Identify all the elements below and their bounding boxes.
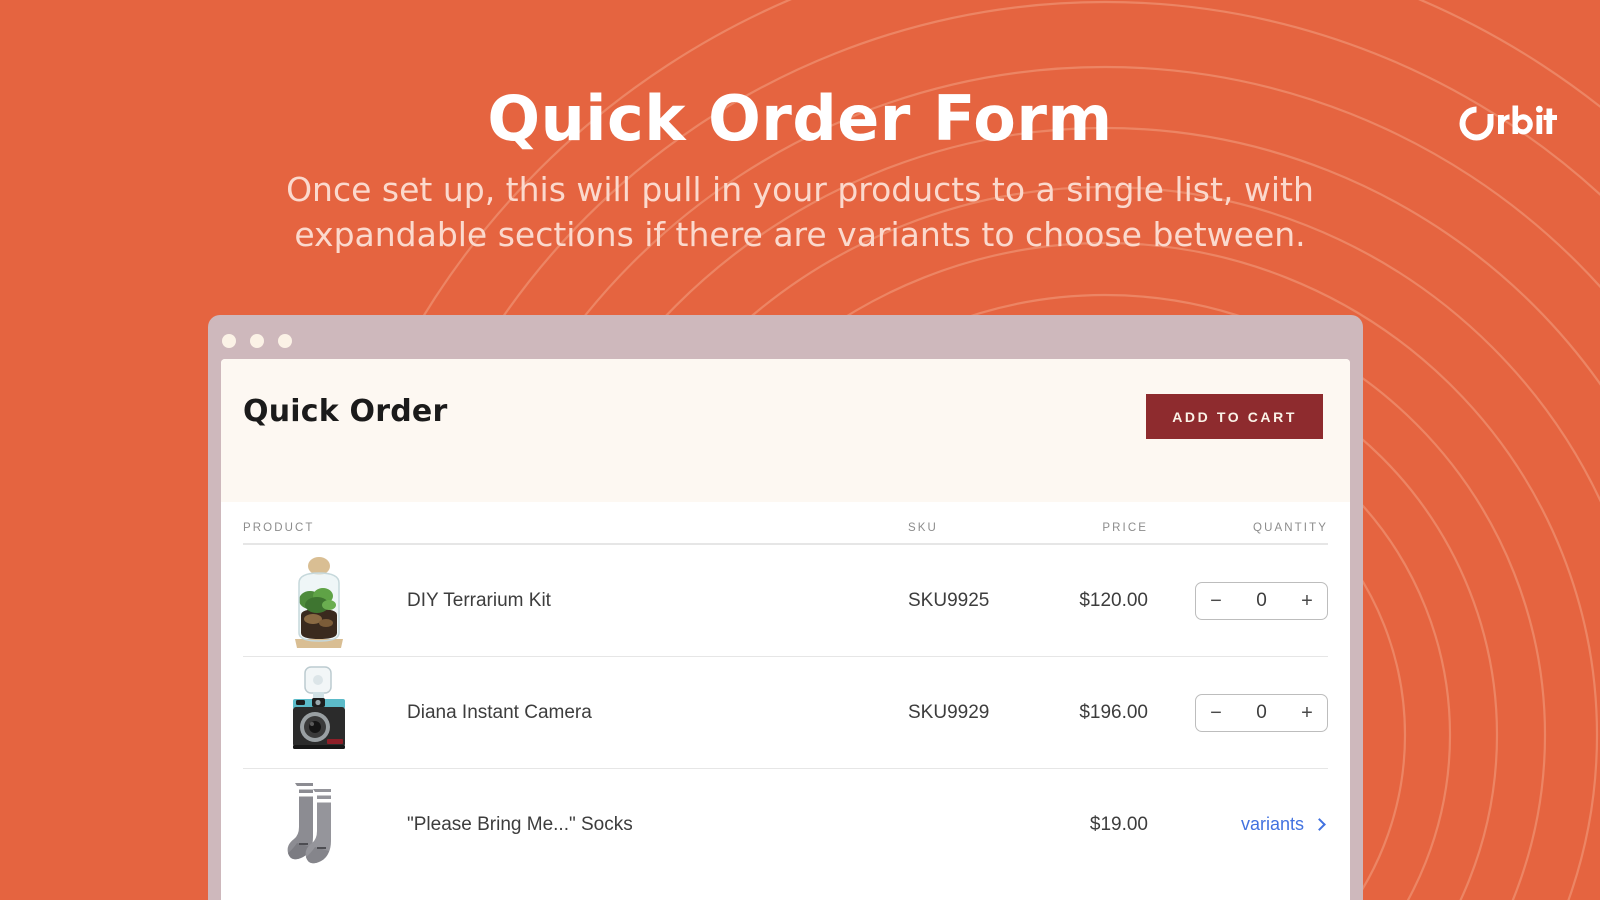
page-subtitle: Once set up, this will pull in your prod… — [286, 169, 1314, 255]
orbit-logo-icon — [1459, 105, 1557, 141]
product-cell: DIY Terrarium Kit — [243, 553, 908, 649]
product-price: $19.00 — [1089, 813, 1148, 835]
decrement-button[interactable]: − — [1196, 695, 1236, 731]
product-cell: "Please Bring Me..." Socks — [243, 777, 908, 873]
quantity-value[interactable]: 0 — [1236, 590, 1287, 612]
variants-label: variants — [1240, 814, 1304, 834]
quick-order-header: Quick Order ADD TO CART — [221, 359, 1350, 502]
window-controls — [222, 334, 292, 348]
column-header-product: PRODUCT — [243, 522, 315, 534]
page-title: Quick Order Form — [487, 82, 1113, 155]
quantity-stepper[interactable]: − 0 + — [1195, 581, 1328, 620]
product-sku: SKU9929 — [908, 701, 990, 723]
window-close-dot[interactable] — [222, 334, 236, 348]
column-header-price: PRICE — [1102, 522, 1148, 534]
product-name: Diana Instant Camera — [407, 701, 592, 723]
add-to-cart-button[interactable]: ADD TO CART — [1146, 394, 1323, 439]
instant-camera-thumbnail — [283, 665, 355, 761]
quantity-cell: variants — [1148, 814, 1328, 835]
increment-button[interactable]: + — [1287, 583, 1327, 619]
orbit-logo — [1454, 102, 1558, 146]
table-row: Diana Instant Camera SKU9929 $196.00 − 0… — [243, 656, 1328, 768]
socks-thumbnail — [283, 777, 355, 873]
browser-window: Quick Order ADD TO CART PRODUCT SKU PRIC… — [208, 315, 1363, 900]
increment-button[interactable]: + — [1287, 695, 1327, 731]
product-price: $120.00 — [1079, 589, 1148, 611]
column-header-sku: SKU — [908, 522, 938, 534]
product-name: "Please Bring Me..." Socks — [407, 813, 633, 835]
quantity-stepper[interactable]: − 0 + — [1195, 693, 1328, 732]
quick-order-table: PRODUCT SKU PRICE QUANTITY DIY Terrarium… — [221, 502, 1350, 880]
product-price: $196.00 — [1079, 701, 1148, 723]
decrement-button[interactable]: − — [1196, 583, 1236, 619]
product-name: DIY Terrarium Kit — [407, 589, 551, 611]
table-row: DIY Terrarium Kit SKU9925 $120.00 − 0 + — [243, 544, 1328, 656]
window-minimize-dot[interactable] — [250, 334, 264, 348]
terrarium-kit-thumbnail — [283, 553, 355, 649]
hero-section: Quick Order Form Once set up, this will … — [0, 0, 1600, 258]
product-sku: SKU9925 — [908, 589, 990, 611]
card-title: Quick Order — [243, 394, 448, 429]
window-maximize-dot[interactable] — [278, 334, 292, 348]
table-row: "Please Bring Me..." Socks $19.00 varian… — [243, 768, 1328, 880]
variants-link[interactable]: variants — [1241, 814, 1328, 835]
table-header-row: PRODUCT SKU PRICE QUANTITY — [243, 502, 1328, 544]
product-cell: Diana Instant Camera — [243, 665, 908, 761]
quantity-cell: − 0 + — [1148, 581, 1328, 620]
quantity-value[interactable]: 0 — [1236, 702, 1287, 724]
column-header-quantity: QUANTITY — [1253, 522, 1328, 534]
browser-viewport: Quick Order ADD TO CART PRODUCT SKU PRIC… — [221, 359, 1350, 900]
quantity-cell: − 0 + — [1148, 693, 1328, 732]
chevron-right-icon — [1313, 817, 1326, 831]
